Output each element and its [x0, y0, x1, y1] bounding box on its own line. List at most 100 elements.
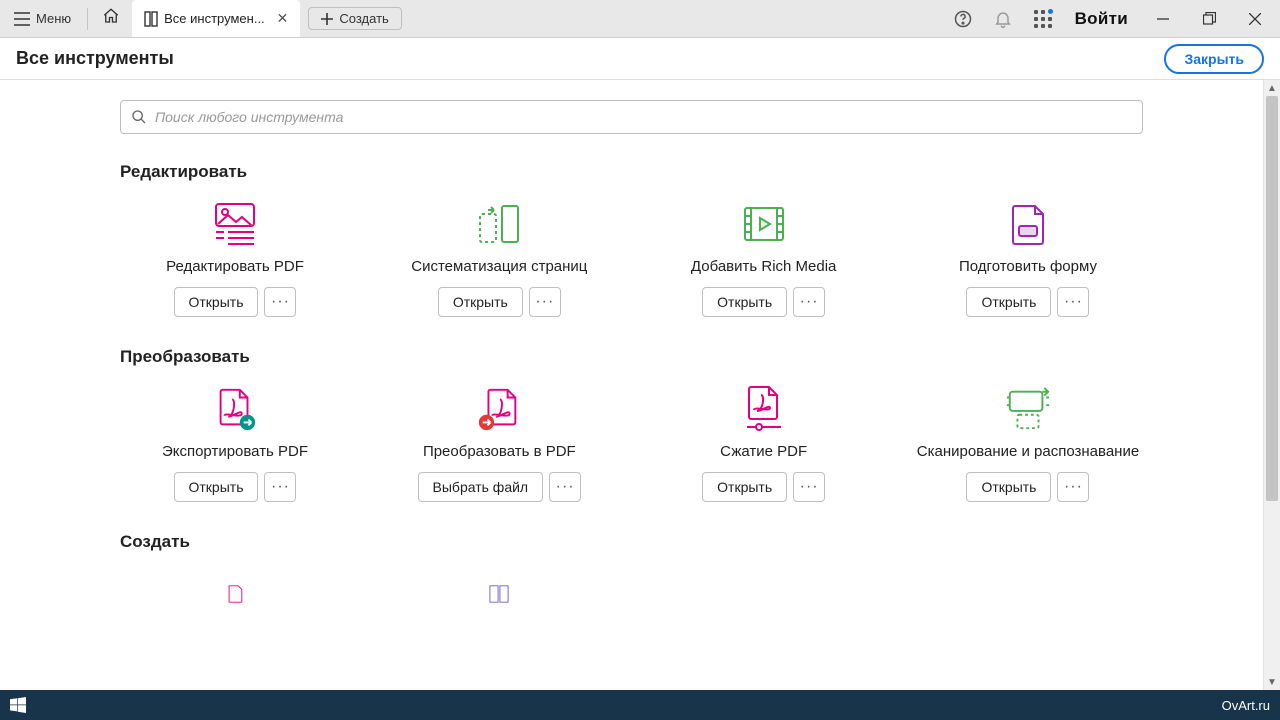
- more-button[interactable]: ···: [793, 472, 825, 502]
- choose-file-button[interactable]: Выбрать файл: [418, 472, 544, 502]
- tools-grid-convert: Экспортировать PDF Открыть ··· Преобразо…: [120, 385, 1143, 502]
- more-button[interactable]: ···: [549, 472, 581, 502]
- content-wrap: Редактировать Редактировать PDF Открыть …: [0, 80, 1280, 690]
- close-icon: [1249, 13, 1261, 25]
- compress-pdf-icon: [740, 385, 788, 433]
- close-tab-icon[interactable]: ✕: [277, 10, 289, 27]
- content: Редактировать Редактировать PDF Открыть …: [0, 80, 1263, 690]
- scroll-down-icon[interactable]: ▼: [1264, 674, 1280, 690]
- notification-dot: [1047, 8, 1054, 15]
- scroll-thumb[interactable]: [1266, 96, 1278, 501]
- taskbar: OvArt.ru: [0, 690, 1280, 720]
- home-button[interactable]: [94, 1, 128, 36]
- window-minimize[interactable]: [1144, 3, 1182, 35]
- tool-placeholder: [649, 570, 879, 618]
- active-tab[interactable]: Все инструмен... ✕: [132, 0, 300, 37]
- more-button[interactable]: ···: [1057, 287, 1089, 317]
- maximize-icon: [1203, 12, 1216, 25]
- more-button[interactable]: ···: [793, 287, 825, 317]
- section-title-edit: Редактировать: [120, 162, 1143, 182]
- windows-icon: [10, 697, 26, 713]
- page-header: Все инструменты Закрыть: [0, 38, 1280, 80]
- tool-scan-ocr: Сканирование и распознавание Открыть ···: [913, 385, 1143, 502]
- window-maximize[interactable]: [1190, 3, 1228, 35]
- tool-actions: Открыть ···: [174, 472, 297, 502]
- help-icon: [953, 9, 973, 29]
- signin-button[interactable]: Войти: [1067, 9, 1136, 29]
- tools-grid-edit: Редактировать PDF Открыть ··· Систематиз…: [120, 200, 1143, 317]
- scrollbar[interactable]: ▲ ▼: [1263, 80, 1280, 690]
- tool-label: Сжатие PDF: [720, 443, 807, 462]
- create-pdf-icon: [211, 570, 259, 618]
- tool-label: Систематизация страниц: [411, 258, 587, 277]
- convert-to-pdf-icon: [475, 385, 523, 433]
- window-close[interactable]: [1236, 3, 1274, 35]
- tool-rich-media: Добавить Rich Media Открыть ···: [649, 200, 879, 317]
- tool-actions: Открыть ···: [702, 472, 825, 502]
- tab-title: Все инструмен...: [164, 11, 265, 26]
- tool-actions: Открыть ···: [966, 287, 1089, 317]
- tool-actions: Открыть ···: [438, 287, 561, 317]
- scroll-up-icon[interactable]: ▲: [1264, 80, 1280, 96]
- start-button[interactable]: [10, 697, 26, 713]
- titlebar: Меню Все инструмен... ✕ Создать Войти: [0, 0, 1280, 38]
- scan-ocr-icon: [1004, 385, 1052, 433]
- close-page-button[interactable]: Закрыть: [1164, 44, 1264, 74]
- open-button[interactable]: Открыть: [438, 287, 523, 317]
- tool-actions: Выбрать файл ···: [418, 472, 582, 502]
- scroll-track[interactable]: [1264, 96, 1280, 674]
- open-button[interactable]: Открыть: [702, 287, 787, 317]
- tool-label: Редактировать PDF: [166, 258, 304, 277]
- tool-organize-pages: Систематизация страниц Открыть ···: [384, 200, 614, 317]
- tool-create-1: [120, 570, 350, 618]
- tools-grid-create: [120, 570, 1143, 618]
- rich-media-icon: [740, 200, 788, 248]
- menu-label: Меню: [36, 11, 71, 26]
- edit-pdf-icon: [211, 200, 259, 248]
- tool-label: Подготовить форму: [959, 258, 1097, 277]
- tool-label: Преобразовать в PDF: [423, 443, 576, 462]
- search-box[interactable]: [120, 100, 1143, 134]
- tool-placeholder: [913, 570, 1143, 618]
- titlebar-right: Войти: [947, 3, 1280, 35]
- open-button[interactable]: Открыть: [966, 472, 1051, 502]
- create-label: Создать: [339, 11, 388, 26]
- tool-edit-pdf: Редактировать PDF Открыть ···: [120, 200, 350, 317]
- search-input[interactable]: [155, 109, 1132, 125]
- notifications-button[interactable]: [987, 3, 1019, 35]
- menu-button[interactable]: Меню: [4, 5, 81, 32]
- hamburger-icon: [14, 12, 30, 26]
- apps-button[interactable]: [1027, 3, 1059, 35]
- tool-actions: Открыть ···: [174, 287, 297, 317]
- more-button[interactable]: ···: [264, 472, 296, 502]
- new-tab-button[interactable]: Создать: [308, 7, 401, 30]
- separator: [87, 8, 88, 30]
- search-icon: [131, 109, 147, 125]
- more-button[interactable]: ···: [264, 287, 296, 317]
- open-button[interactable]: Открыть: [702, 472, 787, 502]
- tool-label: Сканирование и распознавание: [917, 443, 1139, 462]
- page-title: Все инструменты: [16, 48, 174, 69]
- home-icon: [102, 7, 120, 25]
- tool-export-pdf: Экспортировать PDF Открыть ···: [120, 385, 350, 502]
- tool-compress-pdf: Сжатие PDF Открыть ···: [649, 385, 879, 502]
- open-button[interactable]: Открыть: [174, 287, 259, 317]
- tool-actions: Открыть ···: [966, 472, 1089, 502]
- prepare-form-icon: [1004, 200, 1052, 248]
- section-title-create: Создать: [120, 532, 1143, 552]
- open-button[interactable]: Открыть: [966, 287, 1051, 317]
- tool-actions: Открыть ···: [702, 287, 825, 317]
- bell-icon: [993, 9, 1013, 29]
- open-button[interactable]: Открыть: [174, 472, 259, 502]
- minimize-icon: [1157, 13, 1169, 25]
- help-button[interactable]: [947, 3, 979, 35]
- section-title-convert: Преобразовать: [120, 347, 1143, 367]
- tool-convert-to-pdf: Преобразовать в PDF Выбрать файл ···: [384, 385, 614, 502]
- tool-label: Экспортировать PDF: [162, 443, 308, 462]
- more-button[interactable]: ···: [529, 287, 561, 317]
- plus-icon: [321, 13, 333, 25]
- organize-pages-icon: [475, 200, 523, 248]
- tool-label: Добавить Rich Media: [691, 258, 837, 277]
- tool-create-2: [384, 570, 614, 618]
- more-button[interactable]: ···: [1057, 472, 1089, 502]
